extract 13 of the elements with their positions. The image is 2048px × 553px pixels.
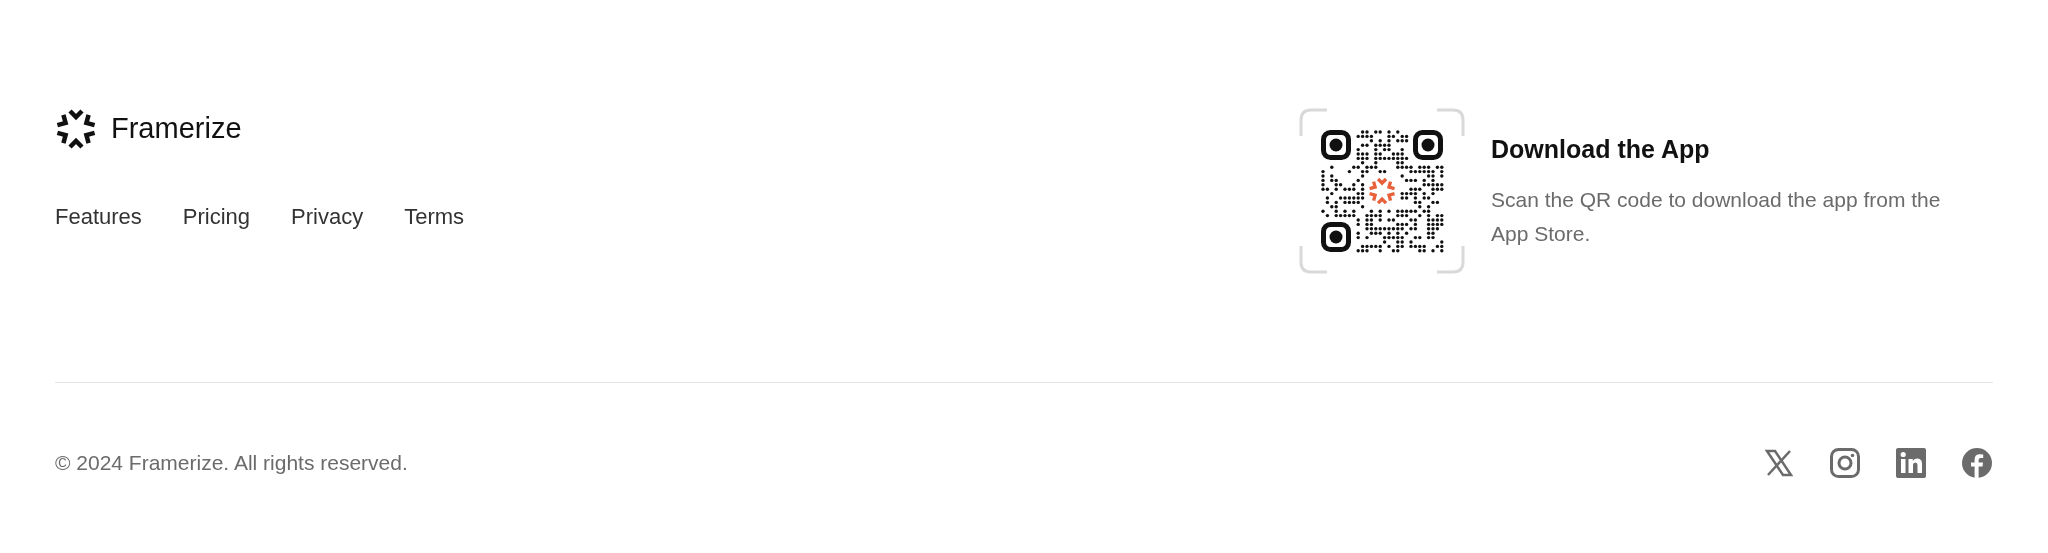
download-title: Download the App	[1491, 134, 1711, 166]
nav-link[interactable]: Terms	[404, 200, 465, 233]
instagram-icon[interactable]	[1829, 447, 1861, 479]
download-description: Scan the QR code to download the app from the App Store.	[1491, 186, 1942, 247]
brand-name: Framerize	[111, 111, 242, 147]
facebook-icon[interactable]	[1961, 447, 1993, 479]
x-icon[interactable]	[1763, 447, 1795, 479]
nav-link[interactable]: Pricing	[182, 200, 251, 233]
logo-icon	[55, 108, 97, 150]
nav-link[interactable]: Features	[55, 200, 142, 233]
copyright-text: © 2024 Framerize. All rights reserved.	[55, 450, 408, 477]
nav-link[interactable]: Privacy	[291, 200, 364, 233]
linkedin-icon[interactable]	[1895, 447, 1927, 479]
